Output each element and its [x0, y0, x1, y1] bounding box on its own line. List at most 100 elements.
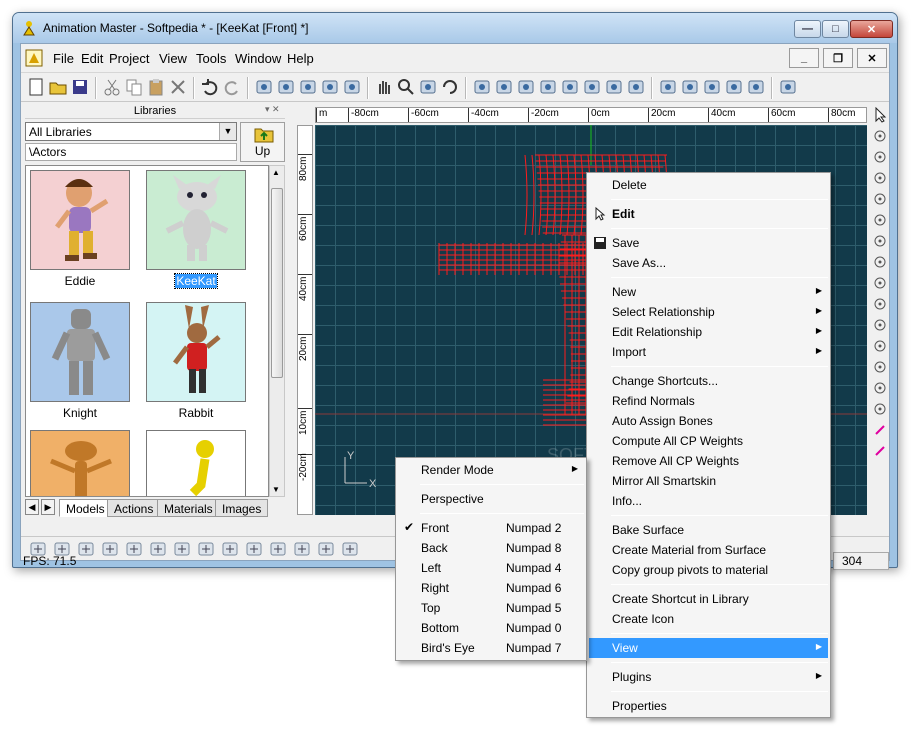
thumb-label[interactable]: Knight: [26, 406, 138, 420]
tab-actions[interactable]: Actions: [107, 499, 161, 517]
pose-icon[interactable]: [561, 78, 579, 96]
new-icon[interactable]: [27, 78, 45, 96]
tab-next-icon[interactable]: ▶: [41, 499, 55, 515]
walk-icon[interactable]: [583, 78, 601, 96]
maximize-button[interactable]: □: [822, 20, 849, 38]
render-to-file-icon[interactable]: [299, 78, 317, 96]
panel-close-icon[interactable]: ▾ ✕: [265, 104, 285, 115]
menu-file[interactable]: File: [53, 51, 74, 66]
smooth-icon[interactable]: [872, 359, 888, 375]
menu-item-mirror-all-smartskin[interactable]: Mirror All Smartskin: [589, 471, 828, 491]
menu-item-bottom[interactable]: Bottom Numpad 0: [398, 618, 584, 638]
menu-item-save-as[interactable]: Save As...: [589, 253, 828, 273]
menu-item-copy-group-pivots-to-material[interactable]: Copy group pivots to material: [589, 560, 828, 580]
scroll-up-icon[interactable]: ▲: [272, 168, 280, 177]
paste-icon[interactable]: [147, 78, 165, 96]
thumb-label[interactable]: Eddie: [26, 274, 138, 288]
menu-item-select-relationship[interactable]: Select Relationship ▶: [589, 302, 828, 322]
rotate-icon[interactable]: [441, 78, 459, 96]
thumb-eddie[interactable]: [30, 170, 130, 270]
knife-icon[interactable]: [872, 233, 888, 249]
menu-item-bird-s-eye[interactable]: Bird's Eye Numpad 7: [398, 638, 584, 658]
zoom-icon[interactable]: [397, 78, 415, 96]
bounding-box-icon[interactable]: [659, 78, 677, 96]
thumb-label-selected[interactable]: KeeKat: [138, 273, 254, 289]
menu-item-render-mode[interactable]: Render Mode ▶: [398, 460, 584, 480]
move-icon[interactable]: [681, 78, 699, 96]
up-button[interactable]: Up: [240, 122, 285, 162]
menu-item-create-material-from-surface[interactable]: Create Material from Surface: [589, 540, 828, 560]
library-scrollbar[interactable]: ▲ ▼: [269, 165, 285, 497]
thumb-actor-6[interactable]: [146, 430, 246, 496]
menu-item-back[interactable]: Back Numpad 8: [398, 538, 584, 558]
tab-prev-icon[interactable]: ◀: [25, 499, 39, 515]
open-icon[interactable]: [49, 78, 67, 96]
cut-icon[interactable]: [103, 78, 121, 96]
skeleton-mode-icon[interactable]: [517, 78, 535, 96]
close-button[interactable]: ✕: [850, 20, 893, 38]
thumb-label[interactable]: Rabbit: [138, 406, 254, 420]
menu-item-front[interactable]: ✔ Front Numpad 2: [398, 518, 584, 538]
menu-item-create-shortcut-in-library[interactable]: Create Shortcut in Library: [589, 589, 828, 609]
pink-bone-icon[interactable]: [872, 443, 888, 459]
choreography-icon[interactable]: [627, 78, 645, 96]
zoom-fit-icon[interactable]: [419, 78, 437, 96]
action-mode-icon[interactable]: [539, 78, 557, 96]
save-all-icon[interactable]: [71, 78, 89, 96]
library-select[interactable]: All Libraries ▼: [25, 122, 237, 141]
menu-tools[interactable]: Tools: [196, 51, 226, 66]
menu-item-import[interactable]: Import ▶: [589, 342, 828, 362]
menu-edit[interactable]: Edit: [81, 51, 103, 66]
sphere-icon[interactable]: [872, 296, 888, 312]
globe-icon[interactable]: [872, 401, 888, 417]
menu-item-view[interactable]: View ▶: [589, 638, 828, 658]
menu-item-perspective[interactable]: Perspective: [398, 489, 584, 509]
lathe-icon[interactable]: [872, 191, 888, 207]
thumb-actor-5[interactable]: [30, 430, 130, 496]
stereo-icon[interactable]: [343, 78, 361, 96]
thumb-knight[interactable]: [30, 302, 130, 402]
world-icon[interactable]: [725, 78, 743, 96]
mdi-restore-button[interactable]: ❐: [823, 48, 853, 68]
magnet-icon[interactable]: [872, 149, 888, 165]
render-animation-icon[interactable]: [321, 78, 339, 96]
menu-item-left[interactable]: Left Numpad 4: [398, 558, 584, 578]
extrude-icon[interactable]: [872, 212, 888, 228]
menu-view[interactable]: View: [159, 51, 187, 66]
menu-item-edit[interactable]: Edit: [589, 204, 828, 224]
delete-icon[interactable]: [169, 78, 187, 96]
menu-item-properties[interactable]: Properties: [589, 696, 828, 716]
spline-icon[interactable]: [872, 254, 888, 270]
menu-project[interactable]: Project: [109, 51, 149, 66]
menu-item-delete[interactable]: Delete: [589, 175, 828, 195]
thumb-rabbit[interactable]: [146, 302, 246, 402]
bones-mode-icon[interactable]: [473, 78, 491, 96]
minimize-button[interactable]: —: [794, 20, 821, 38]
menu-item-auto-assign-bones[interactable]: Auto Assign Bones: [589, 411, 828, 431]
shape-icon[interactable]: [872, 275, 888, 291]
scale-icon[interactable]: [703, 78, 721, 96]
muscle-mode-icon[interactable]: [495, 78, 513, 96]
scroll-down-icon[interactable]: ▼: [272, 485, 280, 494]
mdi-minimize-button[interactable]: _: [789, 48, 819, 68]
thumb-keekat[interactable]: [146, 170, 246, 270]
menu-item-remove-all-cp-weights[interactable]: Remove All CP Weights: [589, 451, 828, 471]
redo-icon[interactable]: [223, 78, 241, 96]
lock-icon[interactable]: [872, 338, 888, 354]
undo-icon[interactable]: [201, 78, 219, 96]
hand-icon[interactable]: [375, 78, 393, 96]
plugin-icon[interactable]: [779, 78, 797, 96]
globe-icon[interactable]: [747, 78, 765, 96]
color-icon[interactable]: [872, 317, 888, 333]
menu-help[interactable]: Help: [287, 51, 314, 66]
title-bar[interactable]: Animation Master - Softpedia * - [KeeKat…: [13, 13, 897, 43]
grid-icon[interactable]: [872, 380, 888, 396]
pink-marker-icon[interactable]: [872, 422, 888, 438]
menu-item-plugins[interactable]: Plugins ▶: [589, 667, 828, 687]
menu-window[interactable]: Window: [235, 51, 281, 66]
scroll-thumb[interactable]: [271, 188, 283, 378]
menu-item-top[interactable]: Top Numpad 5: [398, 598, 584, 618]
add-point-icon[interactable]: [872, 128, 888, 144]
menu-item-change-shortcuts[interactable]: Change Shortcuts...: [589, 371, 828, 391]
render-lock-icon[interactable]: [277, 78, 295, 96]
